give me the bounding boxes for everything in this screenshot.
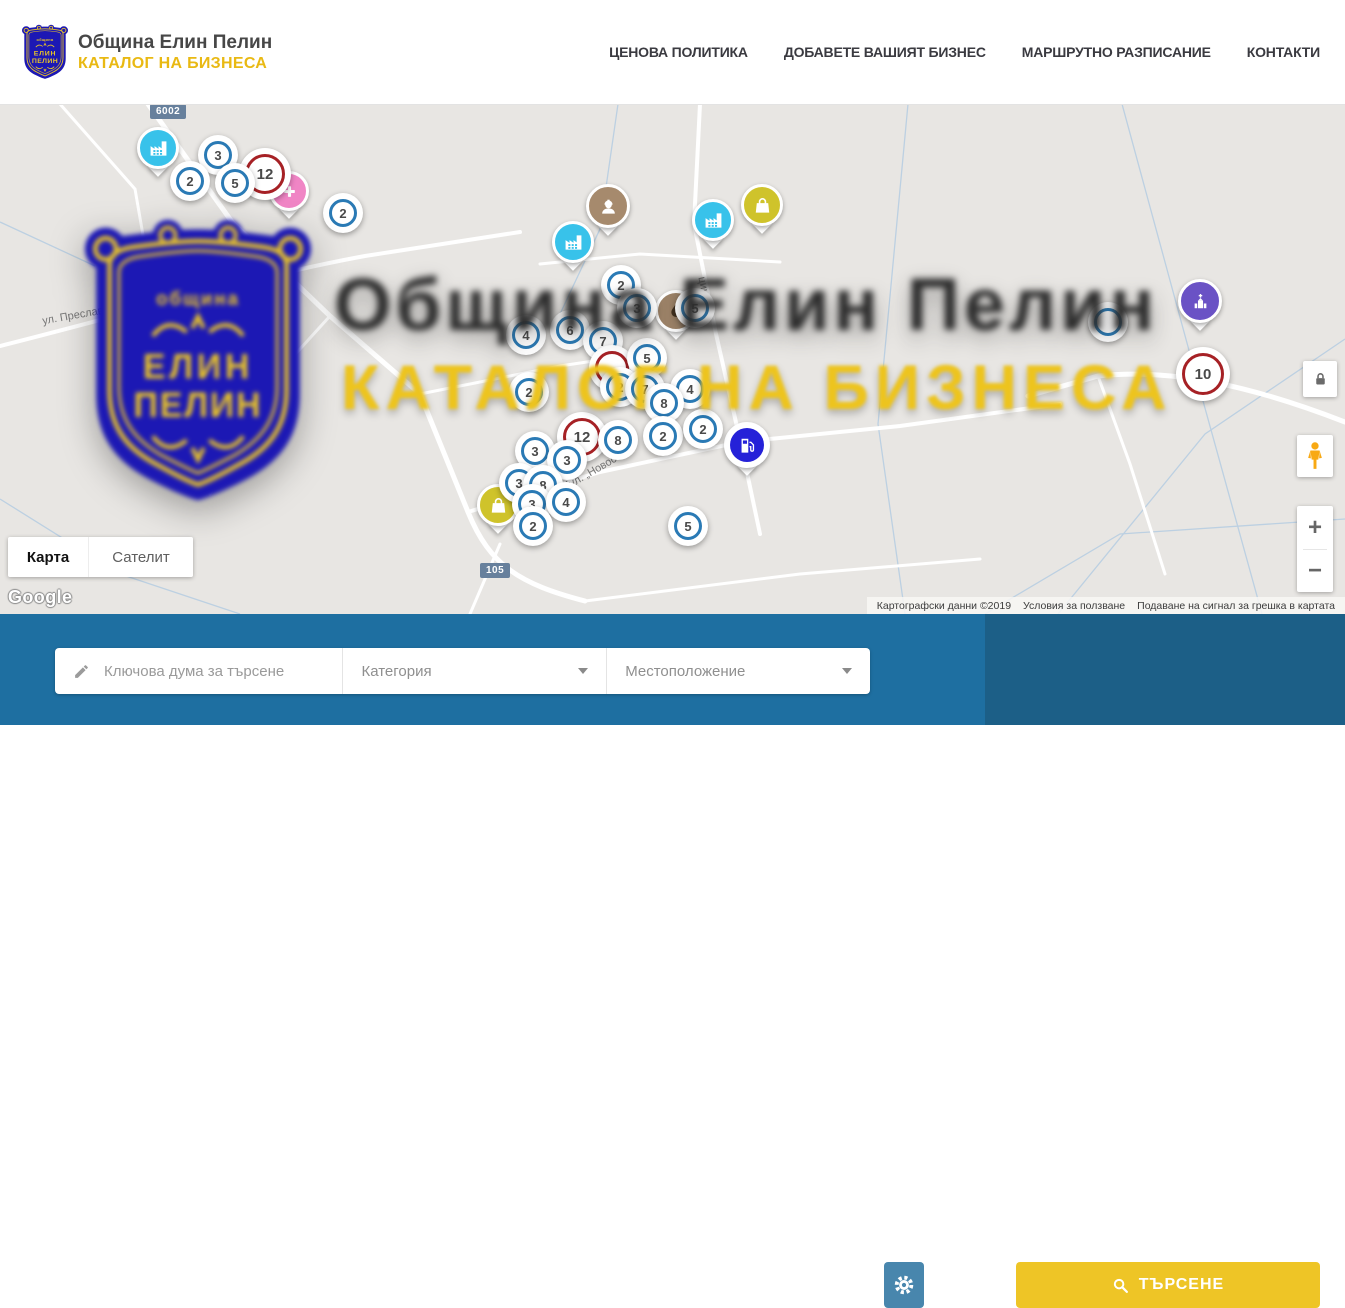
pin-disc <box>724 422 770 468</box>
pegman-button[interactable] <box>1297 435 1333 477</box>
chevron-down-icon <box>578 668 588 674</box>
map-marker-pin[interactable] <box>137 127 179 169</box>
map-marker-cluster[interactable]: 2 <box>323 193 363 233</box>
search-form: Категория Местоположение <box>55 648 870 694</box>
attribution-copyright: Картографски данни ©2019 <box>871 600 1017 612</box>
cluster-count: 2 <box>329 199 357 227</box>
cluster-count: 5 <box>221 169 249 197</box>
keyword-field-wrap <box>55 648 343 694</box>
advanced-search-button[interactable] <box>884 1262 924 1308</box>
svg-text:ЕЛИН: ЕЛИН <box>34 50 56 57</box>
pin-disc <box>137 127 179 169</box>
cluster-count: 3 <box>553 446 581 474</box>
factory-icon <box>149 139 168 158</box>
search-icon <box>1112 1277 1129 1294</box>
gear-icon <box>893 1274 915 1296</box>
zoom-control: + − <box>1297 506 1333 592</box>
map-marker-pin[interactable] <box>692 199 734 241</box>
pin-disc <box>692 199 734 241</box>
terms-link[interactable]: Условия за ползване <box>1017 600 1131 612</box>
map-marker-pin[interactable] <box>552 221 594 263</box>
cluster-count: 2 <box>649 422 677 450</box>
search-submit-button[interactable]: ТЪРСЕНЕ <box>1016 1262 1320 1308</box>
cluster-count: 2 <box>519 512 547 540</box>
nav-item-add-business[interactable]: ДОБАВЕТЕ ВАШИЯТ БИЗНЕС <box>784 44 986 60</box>
nav-item-bus-schedule[interactable]: МАРШРУТНО РАЗПИСАНИЕ <box>1022 44 1211 60</box>
search-bar-dark-panel <box>985 614 1345 725</box>
zoom-in-button[interactable]: + <box>1297 507 1333 549</box>
cluster-count: 4 <box>552 488 580 516</box>
cluster-count: 3 <box>521 437 549 465</box>
nav-item-contacts[interactable]: КОНТАКТИ <box>1247 44 1320 60</box>
map-tab-satellite[interactable]: Сателит <box>88 537 193 577</box>
watermark-crest: община ЕЛИН ПЕЛИН <box>85 216 311 506</box>
cluster-count: 2 <box>176 167 204 195</box>
category-select[interactable]: Категория <box>343 648 607 694</box>
pegman-icon <box>1304 441 1326 471</box>
site-subtitle: КАТАЛОГ НА БИЗНЕСА <box>78 54 272 73</box>
cluster-count: 5 <box>674 512 702 540</box>
location-select-value: Местоположение <box>625 663 745 680</box>
map-marker-cluster[interactable]: 2 <box>513 506 553 546</box>
map-marker-pin[interactable] <box>741 184 783 226</box>
map-marker-cluster[interactable]: 5 <box>215 163 255 203</box>
map-marker-pin[interactable] <box>724 422 770 468</box>
search-bar: Категория Местоположение ТЪРСЕНЕ <box>0 614 1345 725</box>
municipality-crest-icon: община ЕЛИН ПЕЛИН <box>22 24 68 80</box>
pencil-icon <box>73 663 90 680</box>
bag-icon <box>753 196 772 215</box>
main-nav: ЦЕНОВА ПОЛИТИКА ДОБАВЕТЕ ВАШИЯТ БИЗНЕС М… <box>609 0 1320 104</box>
site-title: Община Елин Пелин <box>78 31 272 55</box>
category-select-value: Категория <box>361 663 431 680</box>
bag-icon <box>489 496 508 515</box>
svg-text:ПЕЛИН: ПЕЛИН <box>32 58 58 65</box>
location-select[interactable]: Местоположение <box>607 648 870 694</box>
worker-icon <box>599 197 618 216</box>
report-error-link[interactable]: Подаване на сигнал за грешка в картата <box>1131 600 1341 612</box>
svg-text:ПЕЛИН: ПЕЛИН <box>134 387 263 425</box>
factory-icon <box>564 233 583 252</box>
svg-text:община: община <box>156 289 240 310</box>
pin-disc <box>1178 279 1222 323</box>
factory-icon <box>704 211 723 230</box>
lock-button[interactable] <box>1303 361 1337 397</box>
google-logo[interactable]: Google <box>8 587 72 608</box>
map-marker-cluster[interactable]: 10 <box>1176 347 1230 401</box>
map-marker-cluster[interactable]: 8 <box>598 420 638 460</box>
chevron-down-icon <box>842 668 852 674</box>
pin-disc <box>741 184 783 226</box>
church-icon <box>1191 292 1210 311</box>
map-type-control: Карта Сателит <box>8 537 193 577</box>
google-map[interactable]: ул. Преслав бул. „Новосел ции 6002 105 <box>0 104 1345 614</box>
map-marker-cluster[interactable]: 4 <box>546 482 586 522</box>
zoom-out-button[interactable]: − <box>1297 550 1333 592</box>
map-attribution: Картографски данни ©2019 Условия за полз… <box>867 597 1345 614</box>
map-marker-pin[interactable] <box>1178 279 1222 323</box>
map-marker-cluster[interactable]: 5 <box>668 506 708 546</box>
svg-text:община: община <box>37 38 55 42</box>
site-logo[interactable]: община ЕЛИН ПЕЛИН Община Елин Пелин КАТА… <box>22 24 272 80</box>
cluster-count: 8 <box>604 426 632 454</box>
lock-icon <box>1312 371 1329 388</box>
watermark-subtitle: КАТАЛОГ НА БИЗНЕСА <box>341 352 1173 424</box>
fuel-icon <box>730 428 764 462</box>
pin-disc <box>552 221 594 263</box>
header: община ЕЛИН ПЕЛИН Община Елин Пелин КАТА… <box>0 0 1345 105</box>
map-tab-map[interactable]: Карта <box>8 537 88 577</box>
watermark-title: Община Елин Пелин <box>334 262 1158 347</box>
nav-item-pricing[interactable]: ЦЕНОВА ПОЛИТИКА <box>609 44 748 60</box>
keyword-search-input[interactable] <box>102 662 336 681</box>
svg-text:ЕЛИН: ЕЛИН <box>143 348 253 386</box>
search-submit-label: ТЪРСЕНЕ <box>1139 1276 1224 1294</box>
cluster-count: 10 <box>1182 353 1224 395</box>
map-marker-cluster[interactable]: 2 <box>170 161 210 201</box>
